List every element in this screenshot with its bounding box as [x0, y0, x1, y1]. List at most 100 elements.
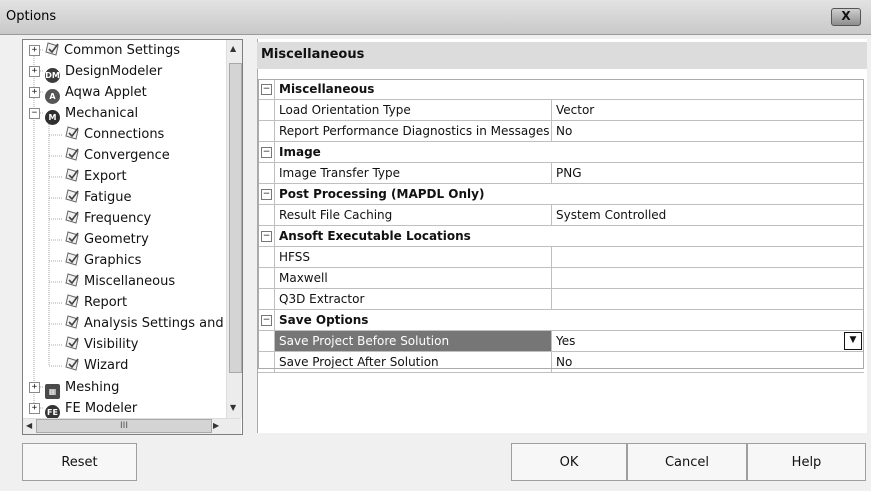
property-name: Maxwell — [274, 268, 552, 288]
property-row[interactable]: Report Performance Diagnostics in Messag… — [258, 121, 864, 142]
property-value[interactable]: System Controlled — [552, 205, 864, 225]
collapse-icon[interactable]: − — [261, 84, 272, 95]
property-value[interactable] — [552, 289, 864, 309]
scroll-left-icon[interactable]: ◀ — [26, 421, 32, 430]
tree-item-fe-modeler[interactable]: FE FE Modeler — [45, 398, 138, 420]
collapse-icon[interactable]: − — [261, 189, 272, 200]
check-icon — [65, 294, 79, 308]
category-title: Save Options — [274, 310, 864, 330]
panel-header: Miscellaneous — [257, 42, 867, 69]
meshing-icon: ▦ — [45, 384, 60, 399]
title-bar: Options X — [0, 0, 871, 35]
tree-item-label: Analysis Settings and — [84, 316, 224, 331]
help-button[interactable]: Help — [747, 443, 866, 481]
property-value[interactable]: Yes — [552, 331, 864, 351]
expand-aqwa-applet[interactable]: + — [29, 87, 40, 98]
property-value[interactable] — [552, 268, 864, 288]
check-icon — [65, 168, 79, 182]
property-row[interactable]: Save Project After Solution No — [258, 352, 864, 373]
check-icon — [45, 42, 59, 56]
property-value[interactable]: No — [552, 352, 864, 372]
category-row-ansoft: − Ansoft Executable Locations — [258, 226, 864, 247]
tree-item-convergence[interactable]: Convergence — [65, 145, 170, 166]
property-row[interactable]: Maxwell — [258, 268, 864, 289]
property-value[interactable] — [552, 247, 864, 267]
tree-item-label: Connections — [84, 127, 165, 142]
property-row-selected[interactable]: Save Project Before Solution Yes ▼ — [258, 331, 864, 352]
check-icon — [65, 315, 79, 329]
scroll-down-icon[interactable]: ▼ — [230, 403, 236, 412]
expand-meshing[interactable]: + — [29, 382, 40, 393]
tree-item-designmodeler[interactable]: DM DesignModeler — [45, 61, 163, 83]
tree-item-label: Mechanical — [65, 106, 139, 121]
expand-common-settings[interactable]: + — [29, 45, 40, 56]
tree-item-label: Graphics — [84, 253, 142, 268]
close-button[interactable]: X — [831, 8, 861, 26]
tree-horizontal-scroll-thumb[interactable]: III — [36, 419, 212, 433]
reset-button[interactable]: Reset — [22, 443, 137, 481]
tree-item-label: Visibility — [84, 337, 139, 352]
check-icon — [65, 126, 79, 140]
tree-item-frequency[interactable]: Frequency — [65, 208, 151, 229]
check-icon — [65, 189, 79, 203]
category-title: Ansoft Executable Locations — [274, 226, 864, 246]
tree-item-label: DesignModeler — [65, 64, 163, 79]
tree-item-visibility[interactable]: Visibility — [65, 334, 138, 355]
tree-item-aqwa-applet[interactable]: A Aqwa Applet — [45, 82, 147, 104]
property-value[interactable]: No — [552, 121, 864, 141]
tree-item-fatigue[interactable]: Fatigue — [65, 187, 131, 208]
tree-item-wizard[interactable]: Wizard — [65, 355, 128, 376]
tree-item-mechanical[interactable]: M Mechanical — [45, 103, 139, 125]
category-row-post-processing: − Post Processing (MAPDL Only) — [258, 184, 864, 205]
tree-item-label: FE Modeler — [65, 401, 138, 416]
collapse-icon[interactable]: − — [261, 315, 272, 326]
tree-item-report[interactable]: Report — [65, 292, 127, 313]
property-name: Report Performance Diagnostics in Messag… — [274, 121, 552, 141]
ok-button[interactable]: OK — [511, 443, 627, 481]
property-value[interactable]: Vector — [552, 100, 864, 120]
property-row[interactable]: HFSS — [258, 247, 864, 268]
check-icon — [65, 147, 79, 161]
tree-item-meshing[interactable]: ▦ Meshing — [45, 377, 120, 399]
tree-item-geometry[interactable]: Geometry — [65, 229, 149, 250]
property-row[interactable]: Q3D Extractor — [258, 289, 864, 310]
cancel-button[interactable]: Cancel — [627, 443, 747, 481]
window-title: Options — [6, 9, 57, 24]
tree-item-graphics[interactable]: Graphics — [65, 250, 141, 271]
property-value[interactable]: PNG — [552, 163, 864, 183]
property-name: Result File Caching — [274, 205, 552, 225]
property-grid: − Miscellaneous Load Orientation Type Ve… — [258, 79, 864, 373]
dm-icon: DM — [45, 68, 60, 83]
tree-item-label: Export — [84, 169, 127, 184]
expand-fe-modeler[interactable]: + — [29, 403, 40, 414]
tree-vertical-scroll-thumb[interactable] — [229, 63, 242, 373]
category-row-image: − Image — [258, 142, 864, 163]
tree-item-common-settings[interactable]: Common Settings — [45, 40, 180, 61]
tree-item-label: Meshing — [65, 380, 120, 395]
scroll-right-icon[interactable]: ▶ — [213, 421, 219, 430]
tree-item-connections[interactable]: Connections — [65, 124, 164, 145]
category-title: Image — [274, 142, 864, 162]
tree-item-label: Fatigue — [84, 190, 132, 205]
panel-title: Miscellaneous — [261, 47, 365, 62]
collapse-icon[interactable]: − — [261, 147, 272, 158]
dropdown-arrow-icon[interactable]: ▼ — [844, 332, 862, 350]
property-row[interactable]: Load Orientation Type Vector — [258, 100, 864, 121]
tree-item-export[interactable]: Export — [65, 166, 127, 187]
check-icon — [65, 273, 79, 287]
property-name: Save Project Before Solution — [274, 331, 552, 351]
tree-item-miscellaneous[interactable]: Miscellaneous — [65, 271, 175, 292]
scroll-up-icon[interactable]: ▲ — [230, 44, 236, 53]
tree-item-label: Aqwa Applet — [65, 85, 147, 100]
tree-item-analysis-settings[interactable]: Analysis Settings and — [65, 313, 224, 334]
collapse-mechanical[interactable]: − — [29, 108, 40, 119]
expand-designmodeler[interactable]: + — [29, 66, 40, 77]
collapse-icon[interactable]: − — [261, 231, 272, 242]
options-tree: + Common Settings + DM DesignModeler + AA… — [22, 39, 243, 435]
property-row[interactable]: Image Transfer Type PNG — [258, 163, 864, 184]
tree-item-label: Report — [84, 295, 128, 310]
property-name: Load Orientation Type — [274, 100, 552, 120]
tree-item-label: Miscellaneous — [84, 274, 176, 289]
property-row[interactable]: Result File Caching System Controlled — [258, 205, 864, 226]
check-icon — [65, 210, 79, 224]
